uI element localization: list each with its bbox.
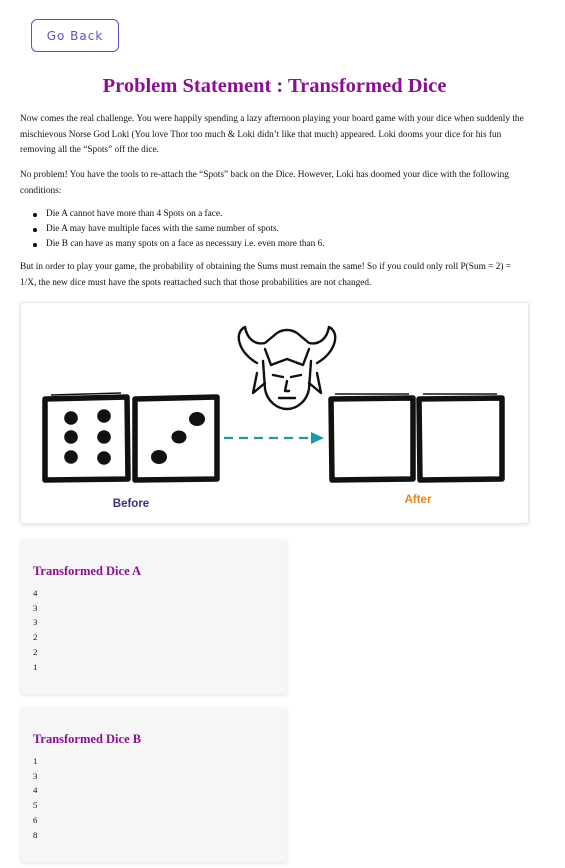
face-value: 2 xyxy=(33,632,38,643)
condition-item: Die A cannot have more than 4 Spots on a… xyxy=(33,207,546,222)
dice-b-faces: 1 3 4 5 6 8 xyxy=(33,754,37,842)
face-value: 6 xyxy=(33,814,38,825)
face-value: 5 xyxy=(33,800,38,811)
face-value: 1 xyxy=(33,756,38,766)
before-label: Before xyxy=(113,498,149,510)
arrow-icon xyxy=(224,432,324,444)
page-title: Problem Statement : Transformed Dice xyxy=(102,75,447,97)
dice-b-card: Transformed Dice B 1 3 4 5 6 8 xyxy=(21,708,287,862)
condition-item: Die B can have as many spots on a face a… xyxy=(33,237,546,252)
dice-a-faces: 4 3 3 2 2 1 xyxy=(33,586,37,674)
face-value: 4 xyxy=(33,588,38,598)
die-after-a xyxy=(328,393,416,483)
die-before-3 xyxy=(132,394,220,483)
dice-diagram: Before After xyxy=(20,302,529,524)
probability-paragraph: But in order to play your game, the prob… xyxy=(20,262,512,288)
dice-b-title: Transformed Dice B xyxy=(33,732,142,746)
face-value: 3 xyxy=(33,770,38,781)
face-value: 3 xyxy=(33,617,38,628)
conditions-list: Die A cannot have more than 4 Spots on a… xyxy=(20,207,546,252)
intro-paragraph: Now comes the real challenge. You were h… xyxy=(20,114,524,156)
go-back-button[interactable]: Go Back xyxy=(31,19,119,52)
tools-paragraph: No problem! You have the tools to re-att… xyxy=(20,170,509,196)
condition-item: Die A may have multiple faces with the s… xyxy=(33,222,546,237)
face-value: 1 xyxy=(33,661,38,672)
face-value: 2 xyxy=(33,646,38,657)
face-value: 4 xyxy=(33,785,38,796)
die-after-b xyxy=(416,393,505,483)
after-label: After xyxy=(405,494,432,506)
dice-a-card: Transformed Dice A 4 3 3 2 2 1 xyxy=(21,540,287,694)
die-before-6 xyxy=(42,392,131,483)
dice-a-title: Transformed Dice A xyxy=(33,564,142,578)
loki-icon xyxy=(237,325,337,411)
face-value: 3 xyxy=(33,602,38,613)
face-value: 8 xyxy=(33,829,38,840)
